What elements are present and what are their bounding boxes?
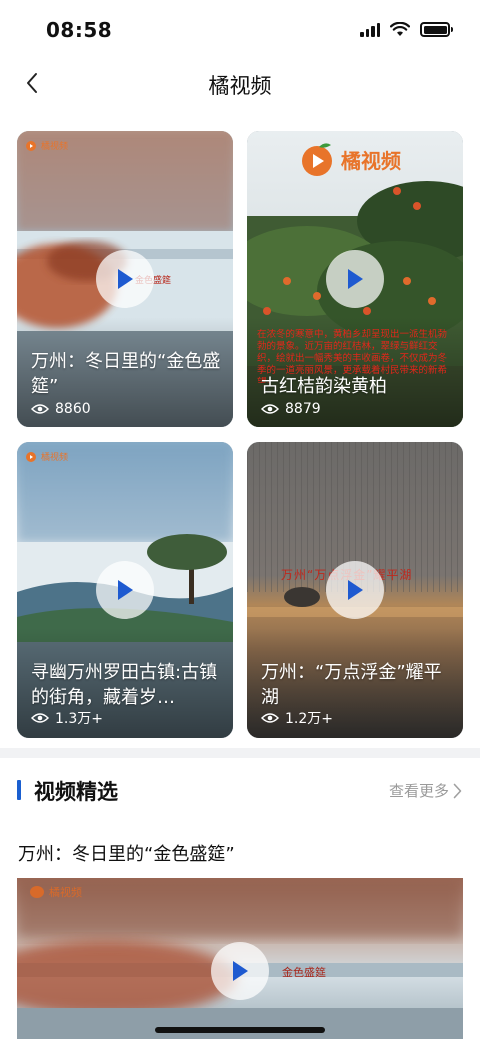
play-icon: [118, 269, 133, 289]
section-header: 视频精选 查看更多: [0, 770, 480, 810]
eye-icon: [31, 404, 49, 414]
play-button[interactable]: [96, 561, 154, 619]
video-card[interactable]: 橘视频 金色盛筵 万州：冬日里的“金色盛筵” 8860: [17, 131, 233, 427]
play-icon: [233, 961, 248, 981]
video-card[interactable]: 橘视频 寻幽万州罗田古镇:古镇的街角，藏着岁… 1.3万+: [17, 442, 233, 738]
play-icon: [348, 269, 363, 289]
see-more-link[interactable]: 查看更多: [389, 780, 462, 801]
section-title: 视频精选: [34, 780, 118, 804]
brand-logo: 橘视频: [25, 139, 68, 152]
video-card[interactable]: 万州“万点浮金”耀平湖 万州：“万点浮金”耀平湖 1.2万+: [247, 442, 463, 738]
brand-logo-text: 橘视频: [341, 148, 401, 173]
status-bar: 08:58: [0, 0, 480, 56]
brand-logo: 橘视频: [299, 141, 401, 177]
orange-logo-icon: [26, 451, 36, 462]
eye-icon: [261, 713, 279, 723]
play-button[interactable]: [96, 250, 154, 308]
video-card[interactable]: 橘视频 在浓冬的寒意中，黄柏乡却呈现出一派生机勃勃的景象。近万亩的红桔林，翠绿与…: [247, 131, 463, 427]
view-count: 1.2万+: [261, 708, 333, 728]
video-card-title: 万州：“万点浮金”耀平湖: [261, 662, 442, 708]
brand-logo-text: 橘视频: [41, 453, 69, 463]
video-overlay-text: 金色盛筵: [282, 966, 326, 979]
featured-video[interactable]: 橘视频 金色盛筵: [17, 878, 463, 1039]
page-title: 橘视频: [208, 74, 272, 98]
view-count: 8879: [261, 401, 321, 417]
section-divider: [0, 748, 480, 758]
cellular-signal-icon: [360, 22, 380, 37]
view-count: 8860: [31, 401, 91, 417]
see-more-label: 查看更多: [388, 782, 449, 800]
video-card-title: 古红桔韵染黄柏: [261, 376, 387, 397]
view-count-value: 8860: [55, 401, 91, 417]
chevron-right-icon: [453, 783, 462, 798]
eye-icon: [31, 713, 49, 723]
brand-logo-text: 橘视频: [49, 886, 82, 899]
status-time: 08:58: [46, 18, 113, 42]
orange-logo-icon: [30, 886, 44, 898]
orange-logo-icon: [26, 140, 36, 151]
view-count: 1.3万+: [31, 708, 103, 728]
brand-logo: 橘视频: [25, 450, 68, 463]
play-button[interactable]: [326, 561, 384, 619]
wifi-icon: [390, 22, 410, 36]
play-icon: [118, 580, 133, 600]
status-icons: [360, 22, 453, 37]
video-card-title: 寻幽万州罗田古镇:古镇的街角，藏着岁…: [31, 662, 218, 708]
orange-logo-icon: [302, 143, 332, 176]
brand-logo-text: 橘视频: [41, 142, 69, 152]
eye-icon: [261, 404, 279, 414]
brand-logo: 橘视频: [29, 884, 82, 900]
battery-icon: [420, 22, 453, 37]
play-button[interactable]: [211, 942, 269, 1000]
play-icon: [348, 580, 363, 600]
home-indicator[interactable]: [155, 1027, 325, 1033]
play-button[interactable]: [326, 250, 384, 308]
view-count-value: 1.3万+: [55, 711, 103, 727]
featured-video-title[interactable]: 万州：冬日里的“金色盛筵”: [18, 840, 235, 866]
view-count-value: 1.2万+: [285, 711, 333, 727]
section-accent-bar: [17, 780, 21, 800]
nav-bar: 橘视频: [0, 60, 480, 106]
video-card-title: 万州：冬日里的“金色盛筵”: [31, 351, 221, 397]
view-count-value: 8879: [285, 401, 321, 417]
